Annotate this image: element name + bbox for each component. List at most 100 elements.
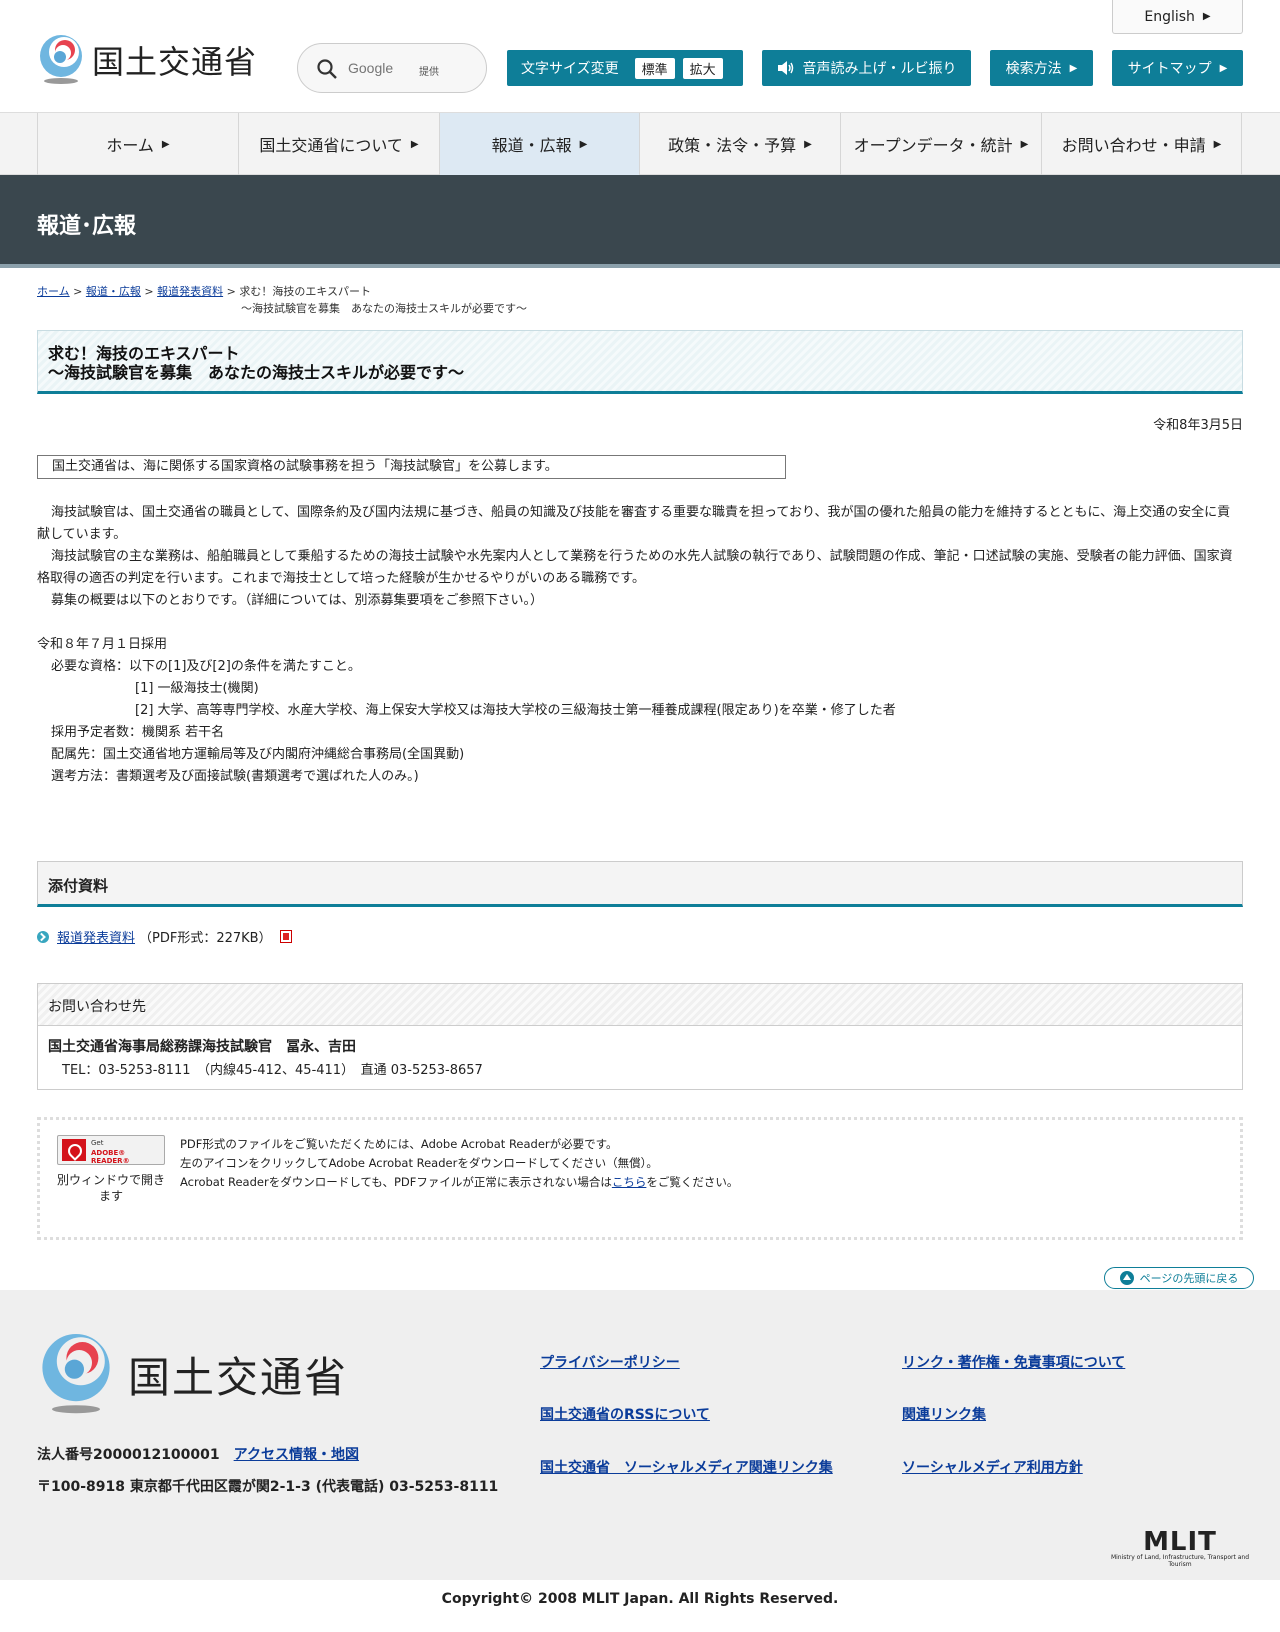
footer-logo[interactable]: 国土交通省 <box>36 1332 348 1416</box>
get-adobe-reader-button[interactable]: Get ADOBE® READER® <box>57 1135 165 1165</box>
privacy-policy-link[interactable]: プライバシーポリシー <box>540 1352 680 1372</box>
section-title-band: 報道･広報 <box>0 175 1280 268</box>
adobe-help-link[interactable]: こちら <box>612 1175 647 1189</box>
voice-reading-button[interactable]: 音声読み上げ・ルビ振り <box>762 50 971 86</box>
adobe-line1: PDF形式のファイルをご覧いただくためには、Adobe Acrobat Read… <box>180 1137 618 1151</box>
pdf-icon <box>279 930 292 943</box>
contact-name: 国土交通省海事局総務課海技試験官 冨永、吉田 <box>48 1039 356 1055</box>
related-links-link[interactable]: 関連リンク集 <box>902 1404 986 1424</box>
rss-link[interactable]: 国土交通省のRSSについて <box>540 1404 710 1424</box>
contact-heading: お問い合わせ先 <box>38 984 1242 1026</box>
article-heading: 求む！海技のエキスパート ～海技試験官を募集 あなたの海技士スキルが必要です～ <box>37 330 1243 394</box>
contact-tel: TEL：03-5253-8111 （内線45-412、45-411） 直通 03… <box>62 1063 483 1078</box>
section-title: 報道･広報 <box>37 214 137 239</box>
triangle-right-icon: ▶ <box>1020 138 1029 150</box>
contact-box: お問い合わせ先 国土交通省海事局総務課海技試験官 冨永、吉田 TEL：03-52… <box>37 983 1243 1090</box>
mlit-wordmark-subtitle: Ministry of Land, Infrastructure, Transp… <box>1110 1554 1250 1568</box>
social-media-policy-link[interactable]: ソーシャルメディア利用方針 <box>902 1457 1083 1477</box>
search-box[interactable]: 提供 <box>297 43 487 93</box>
adobe-line3-post: をご覧ください。 <box>646 1175 739 1189</box>
corporate-number-text: 法人番号2000012100001 <box>37 1447 220 1463</box>
triangle-right-icon: ▶ <box>1219 62 1228 74</box>
corporate-number: 法人番号2000012100001 アクセス情報・地図 <box>37 1444 359 1464</box>
triangle-right-icon: ▶ <box>1213 138 1222 150</box>
social-media-links-link[interactable]: 国土交通省 ソーシャルメディア関連リンク集 <box>540 1457 833 1477</box>
recruit-assignment: 配属先：国土交通省地方運輸局等及び内閣府沖縄総合事務局(全国異動) <box>51 747 465 762</box>
breadcrumb-current-line1: 求む！海技のエキスパート <box>239 285 371 298</box>
triangle-right-icon: ▶ <box>161 138 170 150</box>
search-icon[interactable] <box>316 58 338 80</box>
recruit-hire-date: 令和８年７月１日採用 <box>37 637 168 652</box>
adobe-get-label: Get <box>91 1139 104 1147</box>
gnav-item-opendata[interactable]: オープンデータ・統計 ▶ <box>840 113 1041 175</box>
article-title-line1: 求む！海技のエキスパート <box>48 344 240 363</box>
search-method-button[interactable]: 検索方法 ▶ <box>990 50 1093 86</box>
copyright: Copyright© 2008 MLIT Japan. All Rights R… <box>441 1591 839 1607</box>
body-paragraph: 海技試験官は、国土交通省の職員として、国際条約及び国内法規に基づき、船員の知識及… <box>37 505 1231 542</box>
attachment-link[interactable]: 報道発表資料 <box>57 927 135 946</box>
english-label: English <box>1144 8 1195 25</box>
page-top-button[interactable]: ページの先頭に戻る <box>1104 1267 1254 1289</box>
adobe-reader-box: Get ADOBE® READER® 別ウィンドウで開きます PDF形式のファイ… <box>37 1117 1243 1240</box>
link-copyright-disclaimer-link[interactable]: リンク・著作権・免責事項について <box>902 1352 1125 1372</box>
global-nav: ホーム ▶ 国土交通省について ▶ 報道・広報 ▶ 政策・法令・予算 ▶ オープンデータ… <box>0 112 1280 175</box>
mlit-wordmark: MLIT Ministry of Land, Infrastructure, T… <box>1100 1527 1260 1568</box>
gnav-item-label: 政策・法令・予算 <box>668 136 797 155</box>
breadcrumb-home-link[interactable]: ホーム <box>37 285 70 298</box>
site-header: 国土交通省 提供 文字サイズ変更 標準 拡大 音声読み上げ・ルビ振り 検索方法 … <box>0 0 1280 112</box>
site-logo[interactable]: 国土交通省 <box>36 34 257 86</box>
access-map-link[interactable]: アクセス情報・地図 <box>234 1447 359 1463</box>
recruit-method: 選考方法：書類選考及び面接試験(書類選考で選ばれた人のみ。) <box>51 769 419 784</box>
attachment-meta: （PDF形式：227KB） <box>139 931 272 946</box>
recruit-qualification-1: [1] 一級海技士(機関) <box>135 681 259 696</box>
triangle-right-icon: ▶ <box>1202 11 1211 22</box>
breadcrumb-press-link[interactable]: 報道・広報 <box>86 285 141 298</box>
gnav-item-label: オープンデータ・統計 <box>853 136 1013 155</box>
gnav-item-home[interactable]: ホーム ▶ <box>37 113 238 175</box>
breadcrumb-separator: > <box>226 285 236 298</box>
breadcrumb: ホーム > 報道・広報 > 報道発表資料 > 求む！海技のエキスパート ～海技試… <box>37 283 837 317</box>
gnav-item-about[interactable]: 国土交通省について ▶ <box>238 113 439 175</box>
search-provider-label: 提供 <box>419 67 439 78</box>
new-window-note: 別ウィンドウで開きます <box>56 1173 165 1203</box>
triangle-right-icon: ▶ <box>579 138 588 150</box>
recruit-count: 採用予定者数：機関系 若干名 <box>51 725 225 740</box>
adobe-reader-label: ADOBE® READER® <box>91 1149 130 1165</box>
mlit-logo-icon <box>42 1334 110 1414</box>
article-title-line2: ～海技試験官を募集 あなたの海技士スキルが必要です～ <box>48 363 465 382</box>
summary-box: 国土交通省は、海に関係する国家資格の試験事務を担う「海技試験官」を公募します。 <box>37 455 786 479</box>
adobe-line2: 左のアイコンをクリックしてAdobe Acrobat Readerをダウンロード… <box>180 1156 658 1170</box>
font-size-large-button[interactable]: 拡大 <box>682 57 723 79</box>
attachments-title: 添付資料 <box>48 877 109 895</box>
footer-logo-text: 国土交通省 <box>128 1352 349 1402</box>
recruit-qualification-2: [2] 大学、高等専門学校、水産大学校、海上保安大学校又は海技大学校の三級海技士… <box>135 703 896 718</box>
article-title: 求む！海技のエキスパート ～海技試験官を募集 あなたの海技士スキルが必要です～ <box>48 344 464 382</box>
body-paragraph: 募集の概要は以下のとおりです。（詳細については、別添募集要項をご参照下さい。） <box>51 593 544 608</box>
english-button[interactable]: English ▶ <box>1112 0 1243 34</box>
breadcrumb-separator: > <box>73 285 83 298</box>
gnav-item-press[interactable]: 報道・広報 ▶ <box>439 113 639 175</box>
sitemap-button[interactable]: サイトマップ ▶ <box>1112 50 1243 86</box>
speaker-icon <box>777 61 793 75</box>
font-size-label: 文字サイズ変更 <box>521 61 619 77</box>
mlit-wordmark-text: MLIT <box>1143 1527 1217 1557</box>
breadcrumb-current-line2: ～海技試験官を募集 あなたの海技士スキルが必要です～ <box>241 302 527 315</box>
search-input[interactable] <box>348 54 478 82</box>
gnav-item-label: ホーム <box>106 136 154 155</box>
recruit-qualification: 必要な資格：以下の[1]及び[2]の条件を満たすこと。 <box>51 659 361 674</box>
circle-arrow-icon <box>37 930 49 943</box>
font-size-control: 文字サイズ変更 標準 拡大 <box>507 50 743 86</box>
breadcrumb-separator: > <box>144 285 154 298</box>
gnav-item-contact[interactable]: お問い合わせ・申請 ▶ <box>1041 113 1242 175</box>
breadcrumb-releases-link[interactable]: 報道発表資料 <box>157 285 223 298</box>
adobe-line3-pre: Acrobat Readerをダウンロードしても、PDFファイルが正常に表示され… <box>180 1175 612 1189</box>
triangle-right-icon: ▶ <box>1069 62 1078 74</box>
mlit-logo-icon <box>40 35 82 84</box>
publication-date: 令和8年3月5日 <box>1153 418 1243 433</box>
sitemap-label: サイトマップ <box>1127 61 1212 77</box>
gnav-item-policy[interactable]: 政策・法令・予算 ▶ <box>639 113 840 175</box>
gnav-item-label: 報道・広報 <box>491 136 572 155</box>
font-size-standard-button[interactable]: 標準 <box>634 57 675 79</box>
article-body: 海技試験官は、国土交通省の職員として、国際条約及び国内法規に基づき、船員の知識及… <box>37 502 1243 788</box>
